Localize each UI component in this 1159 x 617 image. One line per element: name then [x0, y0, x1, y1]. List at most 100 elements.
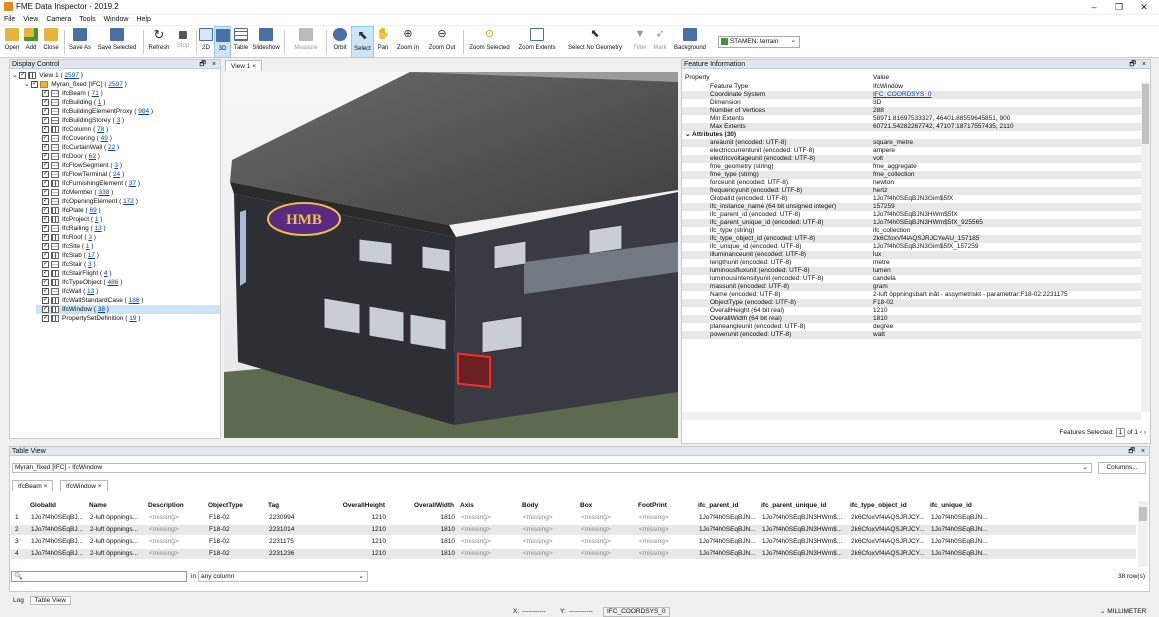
tree-item[interactable]: ✓ IfcRailing ( 13 ) [36, 224, 220, 233]
tree-item[interactable]: ✓ IfcBuilding ( 1 ) [36, 98, 220, 107]
feature-info-row[interactable]: Dimension 3D [682, 99, 1141, 107]
tree-item[interactable]: ✓ IfcFlowTerminal ( 24 ) [36, 170, 220, 179]
save-selected-button[interactable]: Save Selected [93, 26, 141, 58]
column-header[interactable]: ObjectType [208, 501, 243, 511]
tree-item[interactable]: ✓ IfcMember ( 338 ) [36, 188, 220, 197]
feature-info-row[interactable]: OverallWidth (64 bit real) 1810 [682, 315, 1141, 323]
feature-info-row[interactable]: forceunit (encoded: UTF-8) newton [682, 179, 1141, 187]
visibility-checkbox[interactable]: ✓ [42, 179, 49, 187]
visibility-checkbox[interactable]: ✓ [42, 215, 49, 223]
feature-info-row[interactable]: illuminanceunit (encoded: UTF-8) lux [682, 251, 1141, 259]
close-tab-icon[interactable]: × [44, 483, 48, 490]
feature-count-link[interactable]: 71 [92, 90, 99, 97]
feature-info-row[interactable]: ifc_unique_id (encoded: UTF-8) 1Jo7f4h0SE… [682, 243, 1141, 251]
float-panel-icon[interactable]: 🗗 [199, 60, 206, 69]
tree-item[interactable]: ✓ IfcWindow ( 38 ) [36, 305, 220, 314]
feature-info-row[interactable]: GlobalId (encoded: UTF-8) 1Jo7f4h0SEqBJN3… [682, 195, 1141, 203]
units-select[interactable]: ⌄ MILLIMETER [1100, 607, 1146, 617]
feature-count-link[interactable]: 13 [95, 225, 102, 232]
column-header[interactable]: Tag [268, 501, 279, 511]
close-panel-icon[interactable]: × [212, 60, 216, 69]
float-panel-icon[interactable]: 🗗 [1128, 447, 1135, 456]
minimize-button[interactable]: – [1081, 0, 1107, 14]
tree-item[interactable]: ✓ IfcBuildingElementProxy ( 984 ) [36, 107, 220, 116]
measure-button[interactable]: Measure [290, 26, 322, 58]
tree-item[interactable]: ✓ IfcBeam ( 71 ) [36, 89, 220, 98]
column-header[interactable]: Box [580, 501, 592, 511]
feature-info-row[interactable]: ifc_type (string) ifc_collection [682, 227, 1141, 235]
tab-table-view[interactable]: Table View [29, 596, 71, 605]
tree-item[interactable]: ✓ IfcDoor ( 62 ) [36, 152, 220, 161]
feature-info-row[interactable]: electricvoltageunit (encoded: UTF-8) volt [682, 155, 1141, 163]
filter-button[interactable]: ▼ Filter [630, 26, 650, 58]
feature-info-row[interactable]: ObjectType (encoded: UTF-8) F18-02 [682, 299, 1141, 307]
visibility-checkbox[interactable]: ✓ [42, 143, 49, 151]
column-header[interactable]: ifc_parent_unique_id [761, 501, 826, 511]
background-button[interactable]: Background [670, 26, 710, 58]
visibility-checkbox[interactable]: ✓ [42, 251, 49, 259]
feature-info-row[interactable]: luminousintensityunit (encoded: UTF-8) ca… [682, 275, 1141, 283]
column-header[interactable]: ifc_parent_id [698, 501, 738, 511]
feature-count-link[interactable]: 2597 [64, 72, 78, 79]
feature-info-row[interactable]: powerunit (encoded: UTF-8) watt [682, 331, 1141, 339]
coordsys-field[interactable]: IFC_COORDSYS_0 [603, 607, 670, 617]
visibility-checkbox[interactable]: ✓ [42, 197, 49, 205]
feature-info-row[interactable]: luminousfluxunit (encoded: UTF-8) lumen [682, 267, 1141, 275]
feature-info-row[interactable]: Min Extents 58971.81697533327, 46401.8855… [682, 115, 1141, 123]
visibility-checkbox[interactable]: ✓ [42, 125, 49, 133]
visibility-checkbox[interactable]: ✓ [42, 287, 49, 295]
chevron-down-icon[interactable]: ⌄ [12, 72, 17, 79]
tree-item[interactable]: ✓ IfcCovering ( 49 ) [36, 134, 220, 143]
feature-count-link[interactable]: 38 [98, 306, 105, 313]
tree-item[interactable]: ✓ IfcOpeningElement ( 172 ) [36, 197, 220, 206]
feature-info-row[interactable]: Coordinate System IFC_COORDSYS_0 [682, 91, 1141, 99]
feature-info-row[interactable]: lengthunit (encoded: UTF-8) metre [682, 259, 1141, 267]
column-header[interactable]: Axis [460, 501, 474, 511]
visibility-checkbox[interactable]: ✓ [42, 296, 49, 304]
tab-ifcbeam[interactable]: IfcBeam × [12, 480, 54, 491]
add-button[interactable]: Add [22, 26, 40, 58]
tab-ifcwindow[interactable]: IfcWindow × [60, 480, 108, 491]
visibility-checkbox[interactable]: ✓ [42, 269, 49, 277]
close-tab-icon[interactable]: × [98, 483, 102, 490]
visibility-checkbox[interactable]: ✓ [42, 242, 49, 250]
feature-info-row[interactable]: ifc_parent_unique_id (encoded: UTF-8) 1Jo… [682, 219, 1141, 227]
tree-item[interactable]: ✓ IfcFlowSegment ( 3 ) [36, 161, 220, 170]
table-scrollbar[interactable] [1138, 501, 1148, 567]
tree-item[interactable]: ⌄ ✓ Myran_fixed [IFC] ( 2597 ) [24, 80, 220, 89]
visibility-checkbox[interactable]: ✓ [42, 224, 49, 232]
2d-button[interactable]: 2D [198, 26, 214, 58]
feature-count-link[interactable]: 49 [101, 135, 108, 142]
feature-count-link[interactable]: 2597 [108, 81, 122, 88]
column-header[interactable]: OverallWidth [396, 501, 454, 511]
dataset-select[interactable]: Myran_fixed [IFC] - IfcWindow ⌄ [12, 463, 1092, 473]
feature-info-row[interactable]: fme_geometry (string) fme_aggregate [682, 163, 1141, 171]
background-map-select[interactable]: STAMEN: terrain ⌄ [718, 36, 800, 48]
table-row[interactable]: 4 1Jo7f4h0SEqBJ... 2-luft öppnings... <miss… [11, 549, 1136, 559]
menu-window[interactable]: Window [100, 15, 133, 25]
features-selected-input[interactable]: 1 [1115, 428, 1126, 437]
tree-item[interactable]: ✓ IfcColumn ( 78 ) [36, 125, 220, 134]
tree-item[interactable]: ✓ IfcStairFlight ( 4 ) [36, 269, 220, 278]
refresh-button[interactable]: ↻ Refresh [146, 26, 172, 58]
column-header[interactable]: FootPrint [638, 501, 667, 511]
zoom-out-button[interactable]: ⊖ Zoom Out [424, 26, 460, 58]
feature-info-hscrollbar[interactable] [682, 412, 1141, 420]
feature-count-link[interactable]: 186 [129, 297, 140, 304]
feature-info-row[interactable]: frequencyunit (encoded: UTF-8) hertz [682, 187, 1141, 195]
visibility-checkbox[interactable]: ✓ [42, 116, 49, 124]
tree-item[interactable]: ✓ IfcWall ( 13 ) [36, 287, 220, 296]
zoom-selected-button[interactable]: ⊙ Zoom Selected [466, 26, 513, 58]
feature-info-row[interactable]: Max Extents 60721.54282267742, 47107.1871… [682, 123, 1141, 131]
feature-info-row[interactable]: areaunit (encoded: UTF-8) square_metre [682, 139, 1141, 147]
3d-button[interactable]: 3D [214, 26, 231, 58]
feature-info-row[interactable]: ifc_parent_id (encoded: UTF-8) 1Jo7f4h0SE… [682, 211, 1141, 219]
visibility-checkbox[interactable]: ✓ [42, 170, 49, 178]
column-header[interactable]: OverallHeight [327, 501, 385, 511]
column-header[interactable]: ifc_type_object_id [850, 501, 907, 511]
orbit-button[interactable]: Orbit [330, 26, 350, 58]
zoom-extents-button[interactable]: Zoom Extents [514, 26, 560, 58]
visibility-checkbox[interactable]: ✓ [42, 233, 49, 241]
close-tab-icon[interactable]: × [252, 63, 256, 70]
visibility-checkbox[interactable]: ✓ [19, 71, 27, 79]
